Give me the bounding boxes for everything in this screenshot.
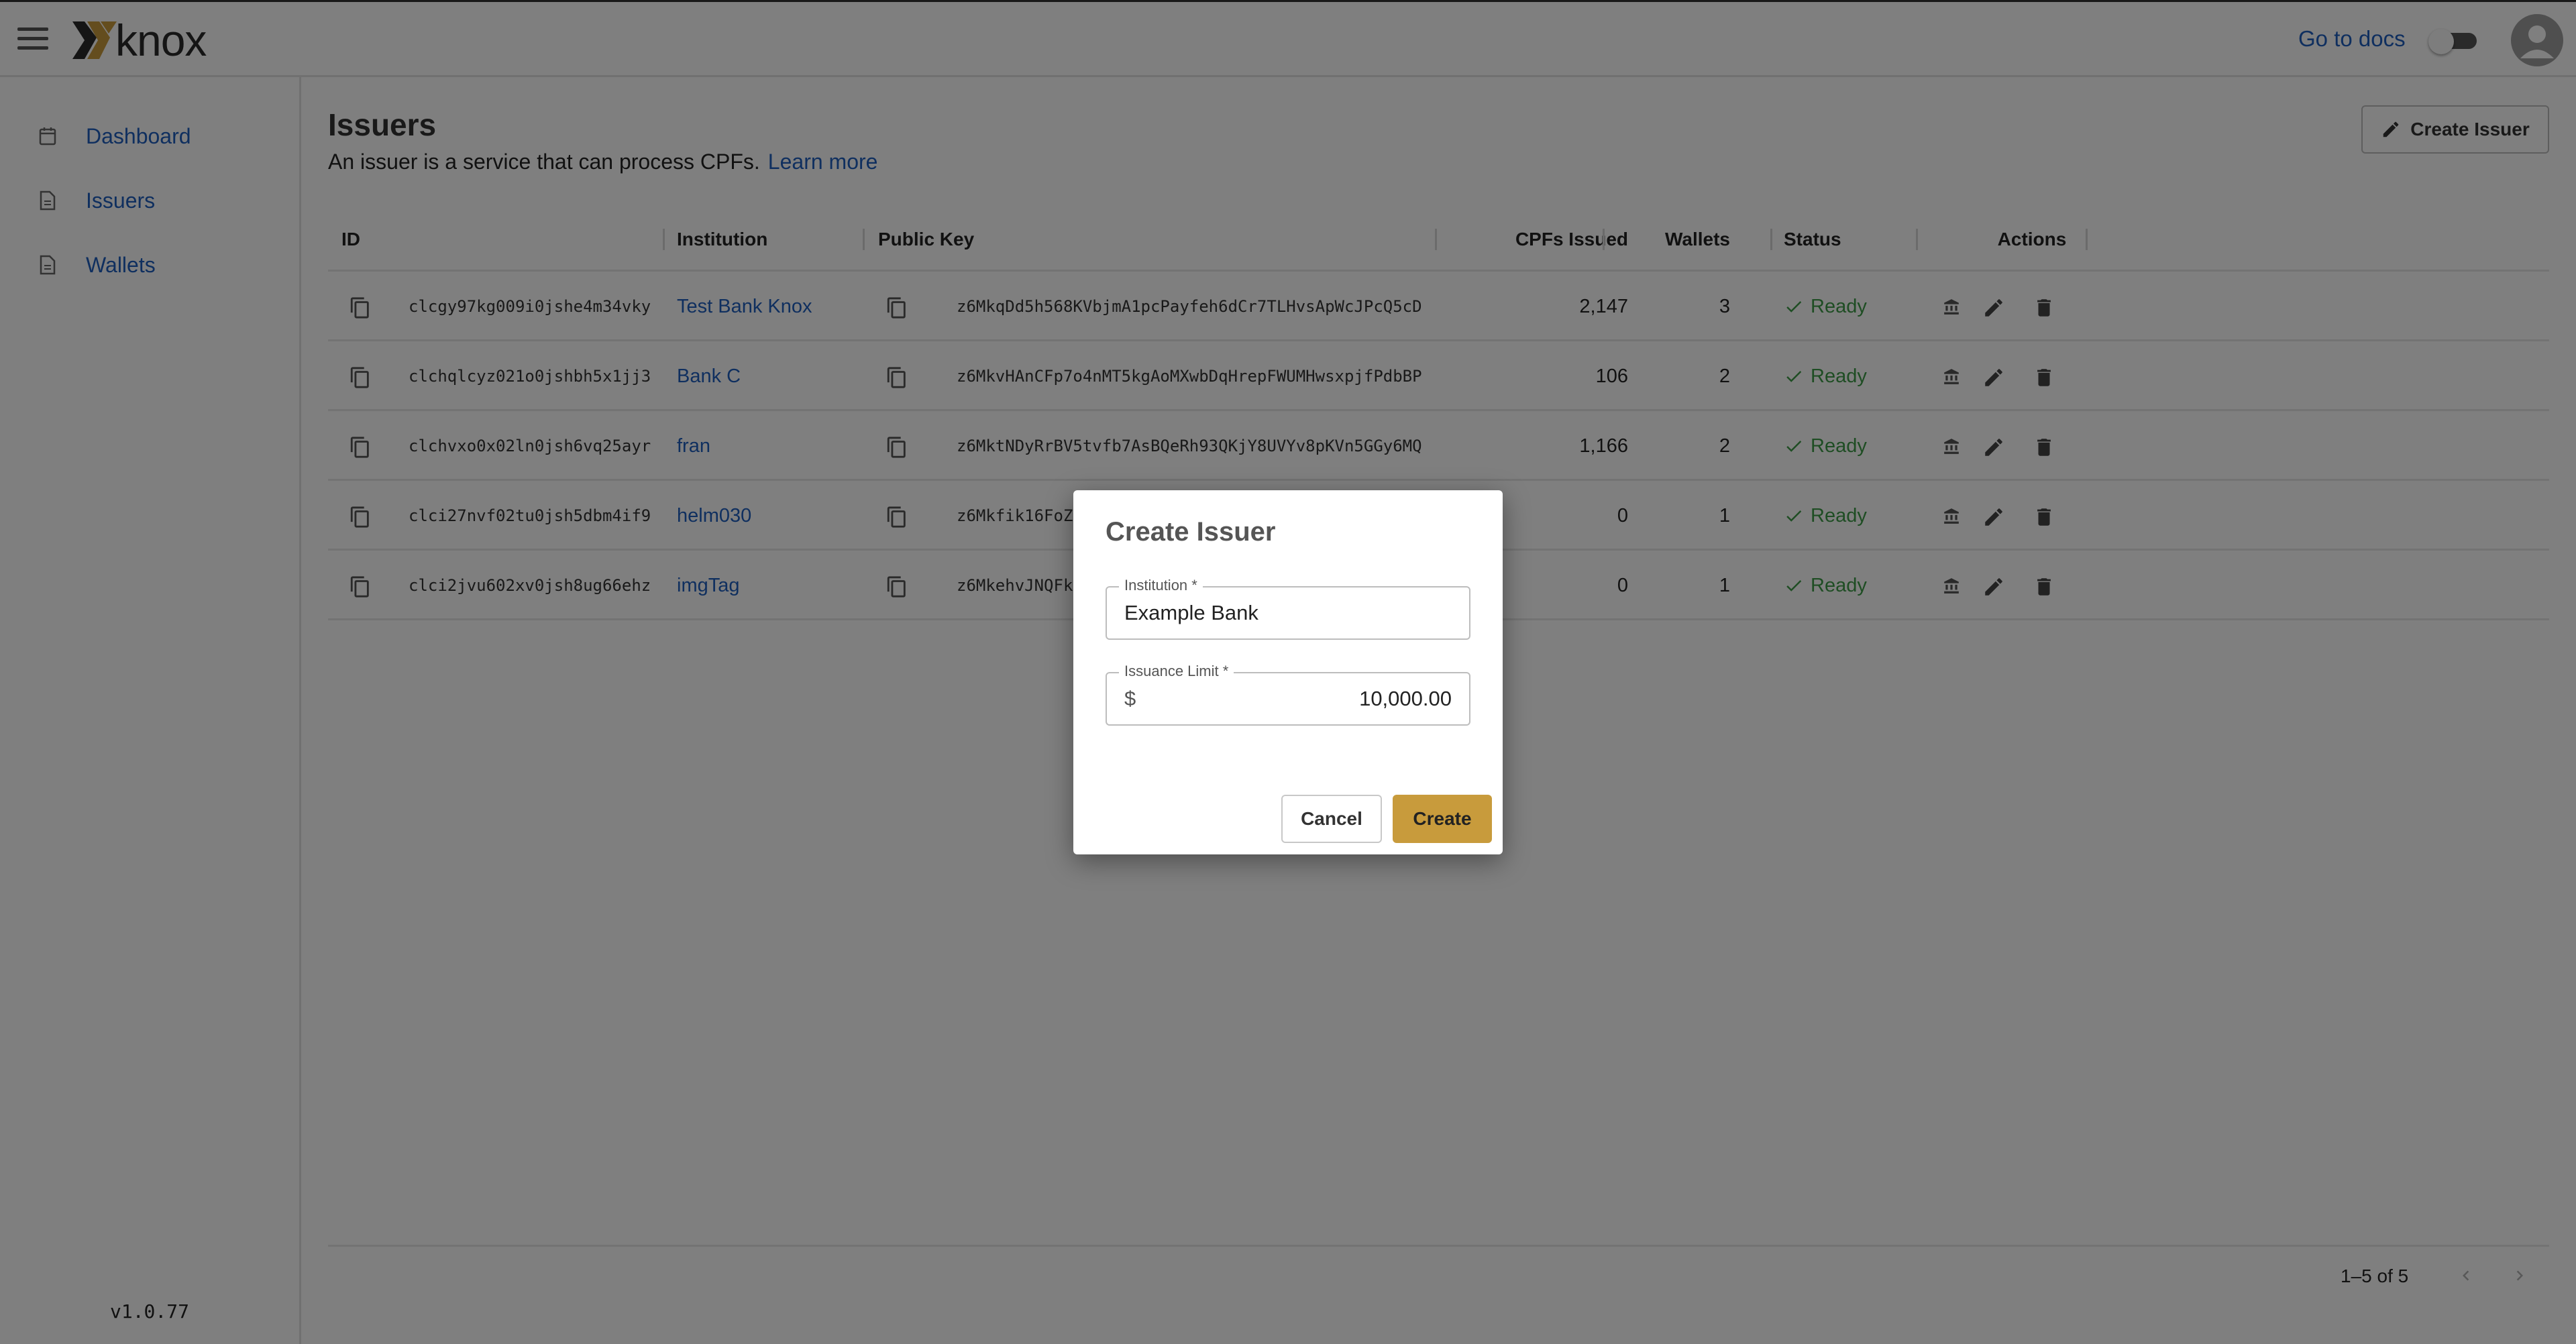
institution-field: Institution * xyxy=(1106,577,1470,640)
dialog-title: Create Issuer xyxy=(1106,517,1276,547)
institution-input[interactable] xyxy=(1124,587,1452,638)
app-root: knox Go to docs Dashboard xyxy=(0,0,2576,1344)
currency-prefix: $ xyxy=(1124,687,1136,710)
create-button[interactable]: Create xyxy=(1393,795,1492,843)
cancel-button[interactable]: Cancel xyxy=(1281,795,1382,843)
create-issuer-dialog: Create Issuer Institution * Issuance Lim… xyxy=(1073,490,1503,854)
issuance-limit-field: Issuance Limit * $ xyxy=(1106,663,1470,726)
issuance-limit-input[interactable] xyxy=(1154,673,1452,724)
